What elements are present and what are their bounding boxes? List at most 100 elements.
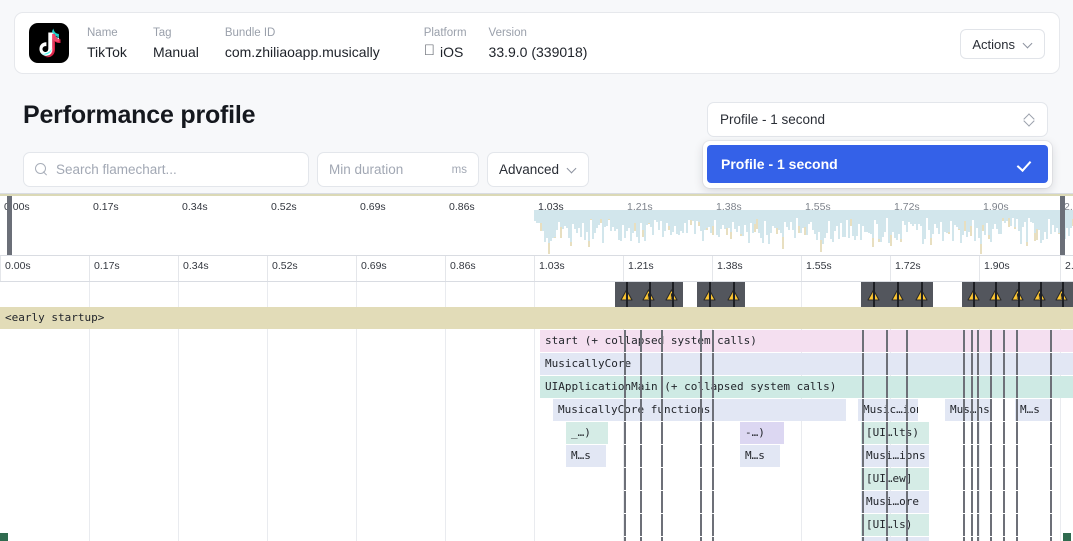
flame-micro-frame[interactable] xyxy=(808,468,813,490)
flame-micro-frame[interactable] xyxy=(1052,468,1061,490)
flame-micro-frame[interactable] xyxy=(1009,399,1014,421)
flame-micro-frame[interactable] xyxy=(854,514,859,536)
flame-micro-frame[interactable] xyxy=(650,514,660,536)
flame-micro-frame[interactable] xyxy=(984,422,989,444)
flame-micro-frame[interactable] xyxy=(1005,399,1010,421)
flame-micro-frame[interactable] xyxy=(843,422,848,444)
flamechart-row-4[interactable]: MusicallyCore functionsMusic…ionsMus…nsM… xyxy=(0,399,1073,422)
flame-micro-frame[interactable] xyxy=(647,537,652,541)
flame-micro-frame[interactable] xyxy=(742,468,747,490)
flame-frame[interactable]: Musi…ore xyxy=(861,491,929,513)
flame-micro-frame[interactable] xyxy=(729,537,739,541)
flame-micro-frame[interactable] xyxy=(606,537,616,541)
flame-micro-frame-highlight[interactable] xyxy=(675,422,680,444)
flame-micro-frame[interactable] xyxy=(590,468,596,490)
flame-micro-frame-highlight[interactable] xyxy=(601,468,606,490)
flame-micro-frame[interactable] xyxy=(703,491,708,513)
resize-marker-left[interactable] xyxy=(0,533,8,541)
flame-micro-frame[interactable] xyxy=(596,468,601,490)
flame-micro-frame[interactable] xyxy=(951,422,959,444)
flame-micro-frame-highlight[interactable] xyxy=(738,514,743,536)
flame-micro-frame[interactable] xyxy=(1061,468,1069,490)
flame-micro-frame[interactable] xyxy=(965,445,970,467)
flame-micro-frame[interactable] xyxy=(730,468,735,490)
flame-micro-frame-highlight[interactable] xyxy=(776,491,781,513)
flame-frame[interactable]: UIApplicationMain (+ collapsed system ca… xyxy=(540,376,1073,398)
flame-micro-frame[interactable] xyxy=(1036,468,1047,490)
flame-micro-frame[interactable] xyxy=(705,514,710,536)
flame-micro-frame[interactable] xyxy=(937,537,942,541)
flame-micro-frame[interactable] xyxy=(738,514,746,536)
flame-micro-frame[interactable] xyxy=(1019,445,1024,467)
flame-micro-frame[interactable] xyxy=(644,468,649,490)
min-duration-box[interactable]: ms xyxy=(317,152,479,187)
flame-micro-frame[interactable] xyxy=(979,537,986,541)
warning-block-1[interactable] xyxy=(697,282,745,307)
flame-micro-frame[interactable] xyxy=(1053,445,1061,467)
flame-micro-frame[interactable] xyxy=(784,537,790,541)
flame-micro-frame[interactable] xyxy=(648,422,659,444)
flame-micro-frame[interactable] xyxy=(664,445,672,467)
flame-micro-frame[interactable] xyxy=(948,537,956,541)
flame-micro-frame[interactable] xyxy=(1056,422,1065,444)
flame-micro-frame-highlight[interactable] xyxy=(647,537,652,541)
flame-micro-frame-highlight[interactable] xyxy=(1038,422,1043,444)
flame-micro-frame[interactable] xyxy=(843,537,849,541)
flame-micro-frame[interactable] xyxy=(824,514,834,536)
flame-micro-frame[interactable] xyxy=(601,491,606,513)
flame-micro-frame[interactable] xyxy=(946,514,953,536)
flame-frame[interactable]: Musi…ions xyxy=(861,445,929,467)
flame-frame[interactable]: _…) xyxy=(566,422,608,444)
flame-micro-frame[interactable] xyxy=(992,468,1001,490)
flame-micro-frame[interactable] xyxy=(1004,422,1009,444)
flame-micro-frame[interactable] xyxy=(609,445,615,467)
flame-frame[interactable]: <early startup> xyxy=(0,307,1073,329)
flame-micro-frame[interactable] xyxy=(602,514,607,536)
flame-micro-frame[interactable] xyxy=(1065,422,1073,444)
flame-micro-frame[interactable] xyxy=(919,399,929,421)
flame-micro-frame[interactable] xyxy=(553,445,560,467)
flame-micro-frame[interactable] xyxy=(705,422,711,444)
flame-micro-frame[interactable] xyxy=(849,537,855,541)
flame-micro-frame[interactable] xyxy=(672,445,679,467)
flame-micro-frame[interactable] xyxy=(840,468,846,490)
flame-micro-frame[interactable] xyxy=(676,491,681,513)
flame-micro-frame[interactable] xyxy=(557,537,565,541)
flame-micro-frame-highlight[interactable] xyxy=(588,514,593,536)
flame-micro-frame[interactable] xyxy=(1004,491,1009,513)
flame-micro-frame[interactable] xyxy=(666,514,671,536)
flame-micro-frame[interactable] xyxy=(572,491,581,513)
flame-micro-frame[interactable] xyxy=(615,491,623,513)
flame-micro-frame[interactable] xyxy=(809,514,819,536)
flame-micro-frame[interactable] xyxy=(719,422,729,444)
flame-micro-frame[interactable] xyxy=(1009,514,1015,536)
flame-micro-frame-highlight[interactable] xyxy=(567,491,572,513)
flame-micro-frame[interactable] xyxy=(834,514,840,536)
flame-micro-frame[interactable] xyxy=(649,491,655,513)
profile-select[interactable]: Profile - 1 second xyxy=(707,102,1048,137)
flame-micro-frame[interactable] xyxy=(848,399,856,421)
flame-micro-frame[interactable] xyxy=(941,537,947,541)
flame-micro-frame[interactable] xyxy=(941,514,946,536)
flame-micro-frame[interactable] xyxy=(588,514,595,536)
flame-micro-frame[interactable] xyxy=(768,491,775,513)
flame-micro-frame[interactable] xyxy=(632,468,638,490)
flame-micro-frame[interactable] xyxy=(641,422,648,444)
flame-micro-frame[interactable] xyxy=(797,445,808,467)
flame-micro-frame[interactable] xyxy=(583,468,589,490)
flame-micro-frame[interactable] xyxy=(1055,537,1062,541)
flame-micro-frame[interactable] xyxy=(1055,399,1060,421)
flame-micro-frame[interactable] xyxy=(794,422,804,444)
flame-micro-frame[interactable] xyxy=(1040,445,1049,467)
search-flamechart-box[interactable] xyxy=(23,152,309,187)
flame-micro-frame[interactable] xyxy=(553,514,558,536)
flame-micro-frame[interactable] xyxy=(749,537,754,541)
flame-micro-frame[interactable] xyxy=(648,468,653,490)
flame-micro-frame[interactable] xyxy=(746,514,751,536)
flame-micro-frame[interactable] xyxy=(788,468,793,490)
flame-micro-frame[interactable] xyxy=(853,468,858,490)
flame-frame[interactable]: -…) xyxy=(740,422,784,444)
flame-micro-frame-highlight[interactable] xyxy=(768,491,773,513)
flame-micro-frame[interactable] xyxy=(685,537,695,541)
flame-micro-frame[interactable] xyxy=(823,422,833,444)
